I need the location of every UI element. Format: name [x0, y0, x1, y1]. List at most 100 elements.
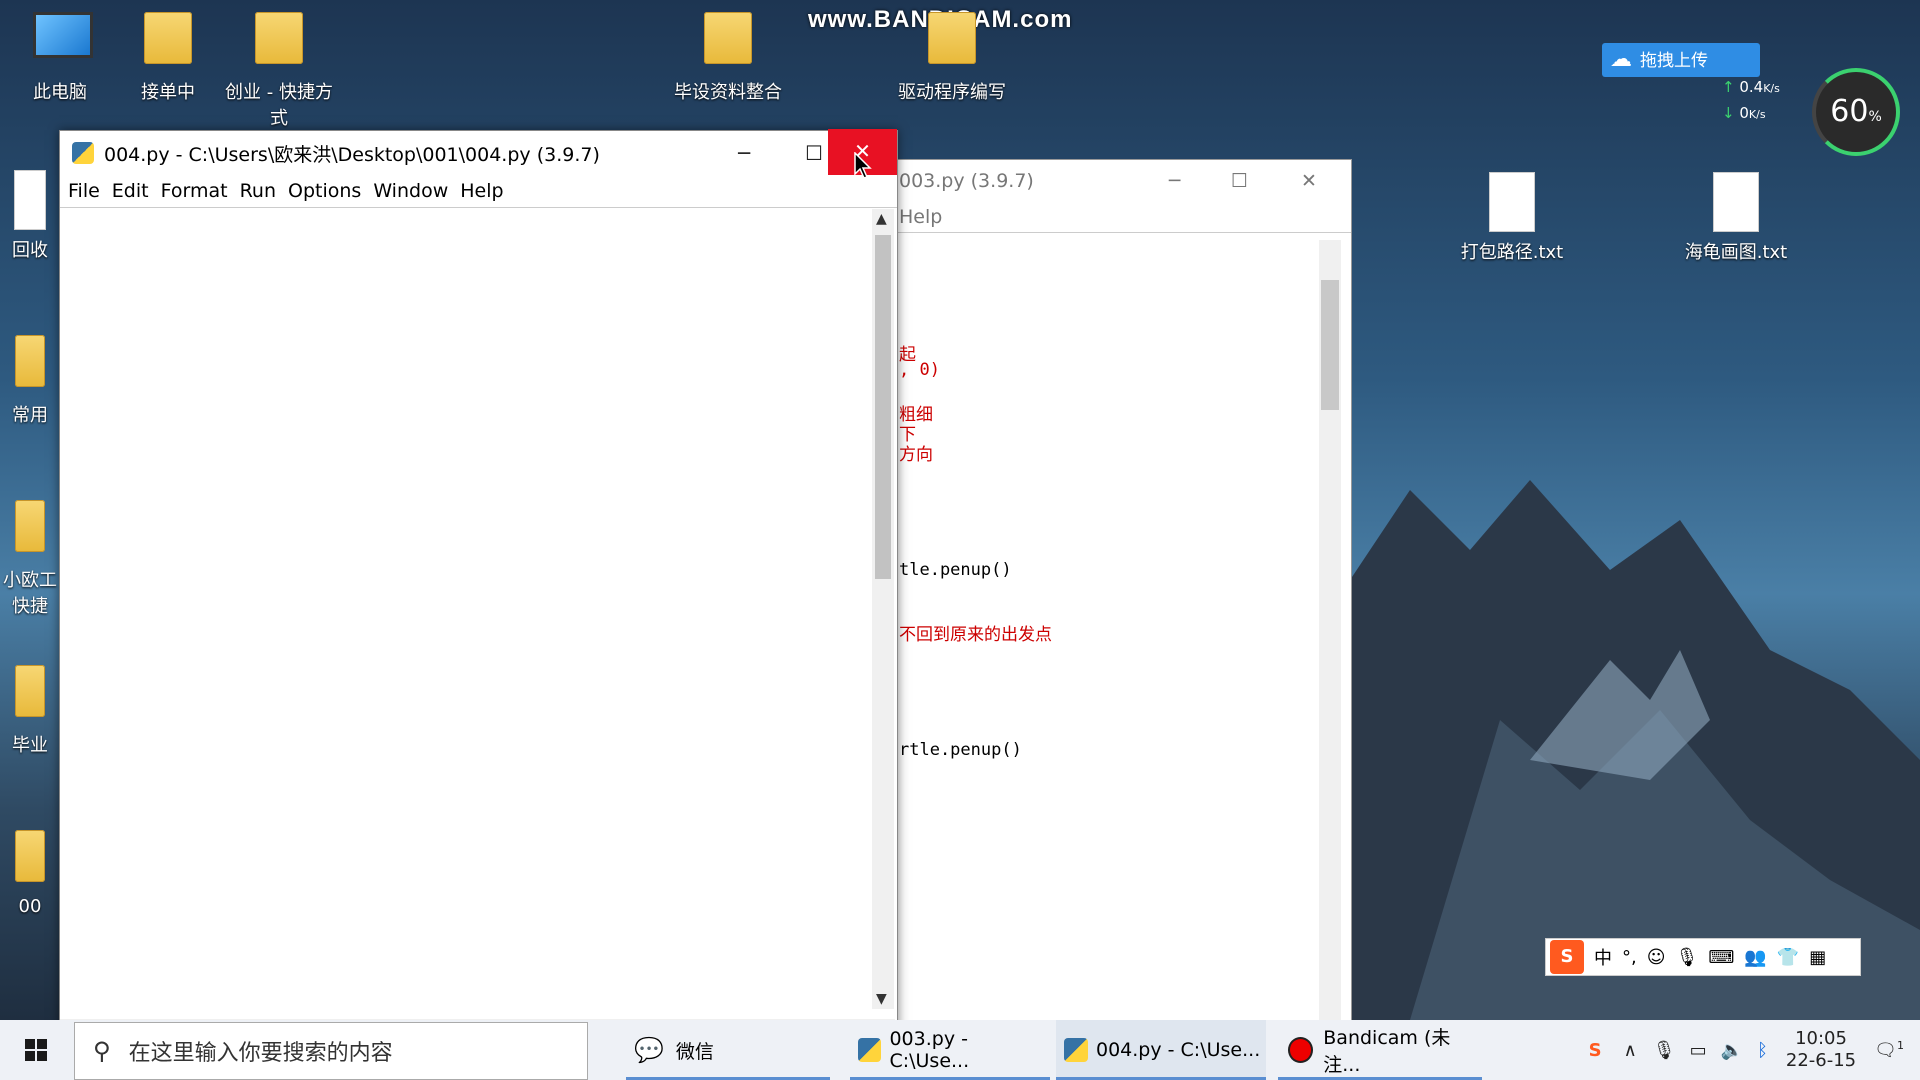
- taskbar-app-wechat[interactable]: 💬 微信: [626, 1020, 830, 1080]
- code-fragment: tle.penup(): [899, 560, 1012, 580]
- user-icon[interactable]: 👥: [1744, 947, 1766, 968]
- text-file-icon: [1709, 172, 1763, 232]
- system-tray: S ∧ 🎙 ▭ 🔈 ᛒ 10:05 22-6-15 🗨1: [1589, 1020, 1920, 1080]
- scroll-thumb[interactable]: [1321, 280, 1339, 410]
- python-icon: [1064, 1038, 1088, 1062]
- desktop-icon-txt[interactable]: 海龟画图.txt: [1676, 172, 1796, 264]
- scroll-up-icon[interactable]: ▲: [876, 211, 887, 227]
- taskbar-app-idle-003[interactable]: 003.py - C:\Use...: [850, 1020, 1050, 1080]
- scroll-down-icon[interactable]: ▼: [876, 991, 887, 1007]
- recycle-bin-icon: [3, 170, 57, 230]
- minimize-button[interactable]: ─: [710, 131, 778, 175]
- menu-bar: File Edit Format Run Options Window Help: [60, 175, 897, 208]
- desktop-icon-partial[interactable]: 00: [0, 830, 60, 917]
- desktop-icon-label: 此电脑: [33, 82, 87, 103]
- mouse-cursor-icon: [854, 152, 872, 179]
- ime-toolbar[interactable]: S 中 °, ☺ 🎙 ⌨ 👥 👕 ▦: [1545, 938, 1861, 976]
- sogou-tray-icon[interactable]: S: [1589, 1040, 1602, 1061]
- desktop-icon-label: 毕业: [12, 735, 48, 756]
- wechat-icon: 💬: [634, 1036, 664, 1064]
- ime-mode[interactable]: 中: [1594, 944, 1612, 970]
- code-fragment: , 0): [899, 360, 940, 380]
- menu-edit[interactable]: Edit: [112, 180, 149, 202]
- menu-run[interactable]: Run: [240, 180, 276, 202]
- ime-punct[interactable]: °,: [1622, 947, 1637, 968]
- folder-icon: [3, 665, 57, 725]
- taskbar-app-bandicam[interactable]: Bandicam (未注...: [1278, 1020, 1482, 1080]
- vertical-scrollbar[interactable]: ▲ ▼: [872, 209, 894, 1009]
- chevron-up-icon[interactable]: ∧: [1624, 1040, 1637, 1061]
- desktop-icon-folder[interactable]: 驱动程序编写: [892, 12, 1012, 104]
- code-fragment: 不回到原来的出发点: [899, 625, 1052, 645]
- minimize-button[interactable]: ─: [1169, 160, 1180, 202]
- desktop-icon-this-pc[interactable]: 此电脑: [0, 12, 120, 104]
- code-fragment: 方向: [899, 445, 933, 465]
- desktop-icon-label: 快捷: [12, 596, 48, 617]
- cloud-upload-widget[interactable]: ☁ 拖拽上传: [1602, 43, 1760, 77]
- menu-format[interactable]: Format: [161, 180, 228, 202]
- code-area[interactable]: 起 , 0) 粗细 下 方向 tle.penup() 不回到原来的出发点 rtl…: [899, 240, 1319, 1010]
- taskbar-app-idle-004[interactable]: 004.py - C:\Use...: [1056, 1020, 1266, 1080]
- computer-icon: [33, 12, 93, 72]
- code-fragment: rtle.penup(): [899, 740, 1022, 760]
- menu-file[interactable]: File: [68, 180, 100, 202]
- scroll-thumb[interactable]: [875, 235, 891, 579]
- desktop-icon-recycle[interactable]: 回收: [0, 170, 60, 262]
- cloud-icon: ☁: [1610, 47, 1632, 72]
- desktop-icon-folder[interactable]: 接单中: [108, 12, 228, 104]
- desktop-icon-partial[interactable]: 小欧工 快捷: [0, 500, 60, 618]
- grid-icon[interactable]: ▦: [1809, 947, 1826, 968]
- vertical-scrollbar[interactable]: [1319, 240, 1341, 1020]
- start-button[interactable]: [0, 1020, 72, 1080]
- sogou-logo-icon[interactable]: S: [1550, 940, 1584, 974]
- skin-icon[interactable]: 👕: [1777, 947, 1799, 968]
- folder-icon: [3, 335, 57, 395]
- desktop-icon-label: 常用: [12, 405, 48, 426]
- desktop-icon-partial[interactable]: 常用: [0, 335, 60, 427]
- memory-gauge[interactable]: 60%: [1812, 68, 1900, 156]
- desktop-icon-label: 打包路径.txt: [1460, 242, 1564, 263]
- emoji-icon[interactable]: ☺: [1647, 947, 1666, 968]
- search-placeholder: 在这里输入你要搜索的内容: [128, 1041, 393, 1066]
- notification-icon[interactable]: 🗨1: [1874, 1039, 1904, 1061]
- desktop-icon-shortcut[interactable]: 创业 - 快捷方式: [219, 12, 339, 130]
- folder-icon: [141, 12, 195, 72]
- close-button[interactable]: ✕: [1301, 160, 1317, 202]
- battery-icon[interactable]: ▭: [1690, 1040, 1707, 1061]
- desktop-icon-label: 回收: [12, 240, 48, 261]
- menu-window[interactable]: Window: [373, 180, 448, 202]
- menu-help[interactable]: Help: [460, 180, 503, 202]
- keyboard-icon[interactable]: ⌨: [1708, 947, 1734, 968]
- windows-icon: [25, 1039, 47, 1061]
- folder-icon: [925, 12, 979, 72]
- desktop-icon-label: 毕设资料整合: [674, 82, 782, 103]
- search-box[interactable]: ⚲ 在这里输入你要搜索的内容: [74, 1022, 588, 1080]
- folder-shortcut-icon: [252, 12, 306, 72]
- folder-icon: [3, 830, 57, 890]
- microphone-icon[interactable]: 🎙: [1653, 1040, 1676, 1061]
- python-icon: [858, 1038, 882, 1062]
- desktop-icon-partial[interactable]: 毕业: [0, 665, 60, 757]
- menu-options[interactable]: Options: [288, 180, 361, 202]
- window-title: 004.py - C:\Users\欧来洪\Desktop\001\004.py…: [104, 143, 600, 166]
- microphone-icon[interactable]: 🎙: [1676, 947, 1699, 968]
- text-file-icon: [1485, 172, 1539, 232]
- maximize-button[interactable]: ☐: [1231, 160, 1248, 202]
- taskbar: ⚲ 在这里输入你要搜索的内容 💬 微信 003.py - C:\Use... 0…: [0, 1020, 1920, 1080]
- desktop-icon-label: 驱动程序编写: [898, 82, 1006, 103]
- record-icon: [1288, 1037, 1314, 1063]
- code-editor[interactable]: [64, 209, 870, 1017]
- search-icon: ⚲: [93, 1037, 111, 1065]
- desktop-icon-label: 00: [18, 896, 42, 917]
- wallpaper-mountains: [1350, 480, 1920, 1020]
- network-speed-widget: ↑ 0.4K/s ↓ 0K/s: [1722, 78, 1780, 122]
- bluetooth-icon[interactable]: ᛒ: [1757, 1040, 1768, 1061]
- desktop-icon-label: 海龟画图.txt: [1684, 242, 1788, 263]
- desktop-icon-folder[interactable]: 毕设资料整合: [668, 12, 788, 104]
- volume-icon[interactable]: 🔈: [1721, 1040, 1743, 1061]
- desktop-icon-txt[interactable]: 打包路径.txt: [1452, 172, 1572, 264]
- idle-window-004[interactable]: 004.py - C:\Users\欧来洪\Desktop\001\004.py…: [59, 129, 898, 1032]
- title-bar[interactable]: 004.py - C:\Users\欧来洪\Desktop\001\004.py…: [60, 129, 897, 175]
- desktop-icon-label: 小欧工: [3, 570, 57, 591]
- clock[interactable]: 10:05 22-6-15: [1786, 1028, 1856, 1072]
